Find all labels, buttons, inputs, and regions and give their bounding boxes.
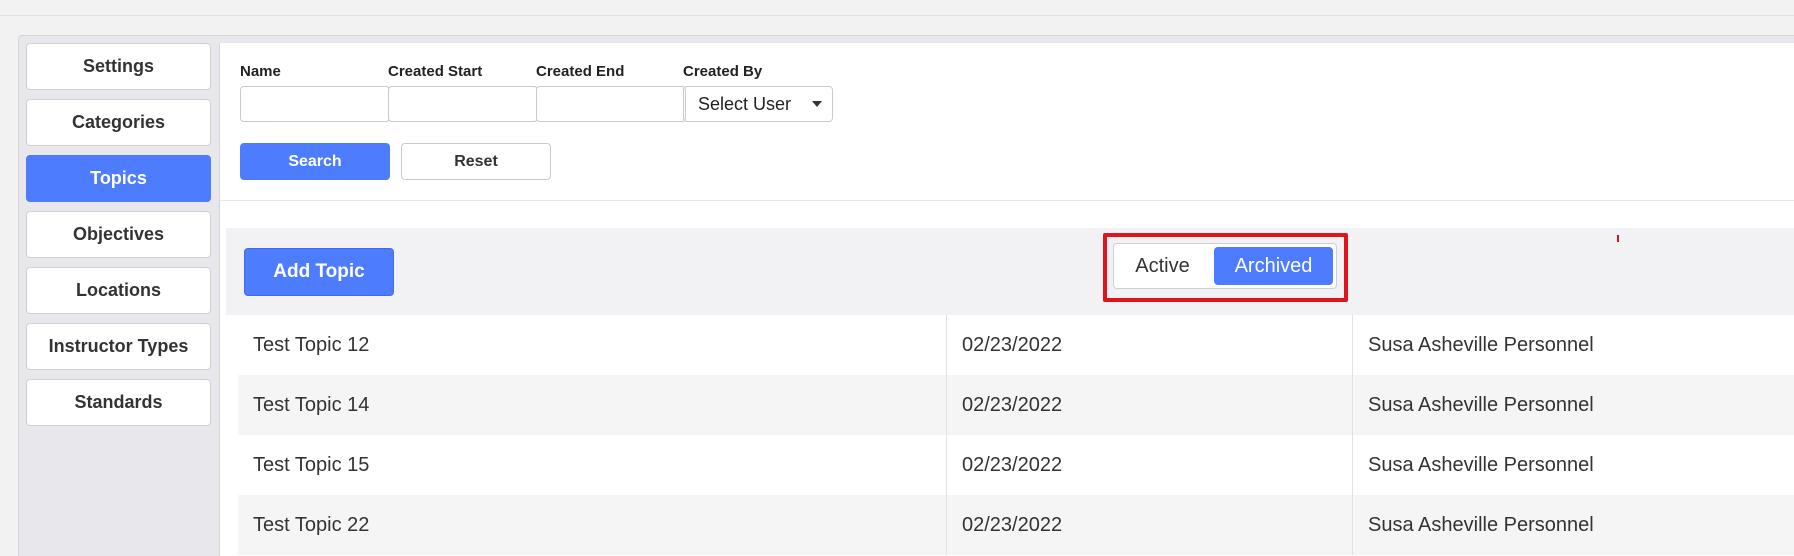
topic-name-cell: Test Topic 15	[238, 435, 947, 495]
table-row[interactable]: Test Topic 12 02/23/2022 Susa Asheville …	[238, 315, 1794, 375]
topic-date-cell: 02/23/2022	[947, 375, 1353, 435]
sidebar-item-standards[interactable]: Standards	[26, 379, 211, 426]
topic-creator-cell: Susa Asheville Personnel	[1368, 513, 1594, 536]
sidebar-item-locations[interactable]: Locations	[26, 267, 211, 314]
created-by-selected: Select User	[698, 93, 792, 114]
created-end-label: Created End	[536, 63, 625, 80]
created-by-filter: Created By Select User	[683, 63, 833, 122]
topic-name-cell: Test Topic 12	[238, 315, 947, 375]
created-start-input[interactable]	[388, 86, 538, 122]
reset-button[interactable]: Reset	[401, 143, 551, 180]
search-button[interactable]: Search	[240, 143, 390, 180]
main-area: Name Created Start Created End Created B…	[219, 43, 1794, 556]
status-toggle: Active Archived	[1113, 243, 1337, 289]
topic-name-cell: Test Topic 22	[238, 495, 947, 555]
table-row[interactable]: Test Topic 22 02/23/2022 Susa Asheville …	[238, 495, 1794, 555]
name-input[interactable]	[240, 86, 390, 122]
list-toolbar: Add Topic Active Archived	[226, 228, 1794, 315]
table-row[interactable]: Test Topic 14 02/23/2022 Susa Asheville …	[238, 375, 1794, 435]
sidebar-item-instructor-types[interactable]: Instructor Types	[26, 323, 211, 370]
topic-date-cell: 02/23/2022	[947, 315, 1353, 375]
red-mark	[1617, 235, 1619, 242]
topic-date-cell: 02/23/2022	[947, 495, 1353, 555]
sidebar-item-categories[interactable]: Categories	[26, 99, 211, 146]
toggle-active[interactable]: Active	[1114, 244, 1211, 288]
top-bar	[0, 0, 1794, 16]
sidebar: Settings Categories Topics Objectives Lo…	[26, 43, 211, 435]
topics-table: Test Topic 12 02/23/2022 Susa Asheville …	[238, 315, 1794, 555]
caret-down-icon	[812, 101, 822, 107]
sidebar-item-topics[interactable]: Topics	[26, 155, 211, 202]
created-by-select[interactable]: Select User	[683, 86, 833, 122]
topic-creator-cell: Susa Asheville Personnel	[1368, 393, 1594, 416]
toggle-archived[interactable]: Archived	[1214, 247, 1333, 285]
name-filter: Name	[240, 63, 390, 122]
filter-bar: Name Created Start Created End Created B…	[220, 43, 1794, 201]
name-label: Name	[240, 63, 281, 80]
created-by-label: Created By	[683, 63, 763, 80]
sidebar-item-settings[interactable]: Settings	[26, 43, 211, 90]
created-start-filter: Created Start	[388, 63, 538, 122]
created-end-filter: Created End	[536, 63, 686, 122]
sidebar-item-objectives[interactable]: Objectives	[26, 211, 211, 258]
topic-creator-cell: Susa Asheville Personnel	[1368, 333, 1594, 356]
add-topic-button[interactable]: Add Topic	[244, 248, 394, 296]
table-row[interactable]: Test Topic 15 02/23/2022 Susa Asheville …	[238, 435, 1794, 495]
topic-name-cell: Test Topic 14	[238, 375, 947, 435]
created-end-input[interactable]	[536, 86, 686, 122]
topic-date-cell: 02/23/2022	[947, 435, 1353, 495]
topic-creator-cell: Susa Asheville Personnel	[1368, 453, 1594, 476]
created-start-label: Created Start	[388, 63, 483, 80]
